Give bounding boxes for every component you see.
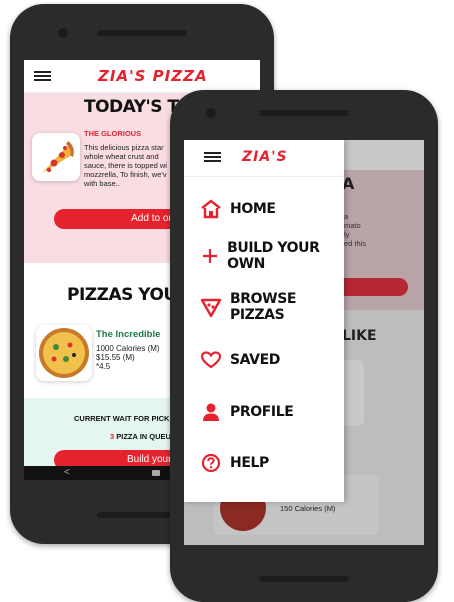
queue-status: 3 PIZZA IN QUEU xyxy=(110,432,171,441)
app-header: ZIA'S PIZZA xyxy=(24,60,260,93)
hamburger-menu-icon[interactable] xyxy=(34,71,51,81)
bg-button xyxy=(334,278,408,296)
bg-calories: 150 Calories (M) xyxy=(280,504,336,513)
menu-item-home[interactable]: HOME xyxy=(200,198,276,220)
navigation-drawer: ZIA'S HOME BUILD YOUR OWN BROWSE PIZZAS xyxy=(184,140,344,502)
brand-logo: ZIA'S xyxy=(242,149,288,165)
plus-icon xyxy=(200,245,219,267)
heart-icon xyxy=(200,349,222,371)
brand-logo: ZIA'S PIZZA xyxy=(98,67,208,85)
menu-item-saved[interactable]: SAVED xyxy=(200,349,280,371)
pizza-slice-icon xyxy=(42,141,74,173)
featured-pizza-description: This delicious pizza star whole wheat cr… xyxy=(84,143,167,188)
camera xyxy=(58,28,68,38)
front-phone: A a mato ly ed this LIKE 150 Calories (M… xyxy=(170,90,438,602)
pizza-icon xyxy=(39,328,89,378)
pizza-thumbnail[interactable] xyxy=(36,325,92,381)
rating-label: *4.5 xyxy=(96,362,111,371)
menu-item-help[interactable]: HELP xyxy=(200,452,269,474)
speaker-grille xyxy=(259,110,349,116)
front-phone-screen: A a mato ly ed this LIKE 150 Calories (M… xyxy=(184,140,424,545)
price-label: $15.55 (M) xyxy=(96,353,135,362)
menu-item-build-your-own[interactable]: BUILD YOUR OWN xyxy=(200,240,344,272)
camera xyxy=(206,108,216,118)
wait-label: CURRENT WAIT FOR PICK xyxy=(74,414,170,423)
recommended-pizza-info: 1000 Calories (M) $15.55 (M) *4.5 xyxy=(96,344,160,371)
home-icon xyxy=(200,198,222,220)
bg-section-fragment: LIKE xyxy=(342,328,377,344)
person-icon xyxy=(200,401,222,423)
hamburger-menu-icon[interactable] xyxy=(204,152,221,162)
bg-description-fragment: a mato ly ed this xyxy=(344,212,367,248)
question-icon xyxy=(200,452,222,474)
speaker-grille xyxy=(97,30,187,36)
featured-pizza-name: THE GLORIOUS xyxy=(84,129,142,138)
menu-item-profile[interactable]: PROFILE xyxy=(200,401,294,423)
home-nav-icon[interactable] xyxy=(152,470,160,476)
pizza-slice-image[interactable] xyxy=(32,133,80,181)
recommended-pizza-name: The Incredible xyxy=(96,329,161,340)
calories-label: 1000 Calories (M) xyxy=(96,344,160,353)
bottom-speaker-grille xyxy=(259,576,349,582)
back-nav-icon[interactable]: < xyxy=(64,467,70,478)
pizza-slice-icon xyxy=(200,296,222,318)
menu-item-browse-pizzas[interactable]: BROWSE PIZZAS xyxy=(200,291,344,323)
